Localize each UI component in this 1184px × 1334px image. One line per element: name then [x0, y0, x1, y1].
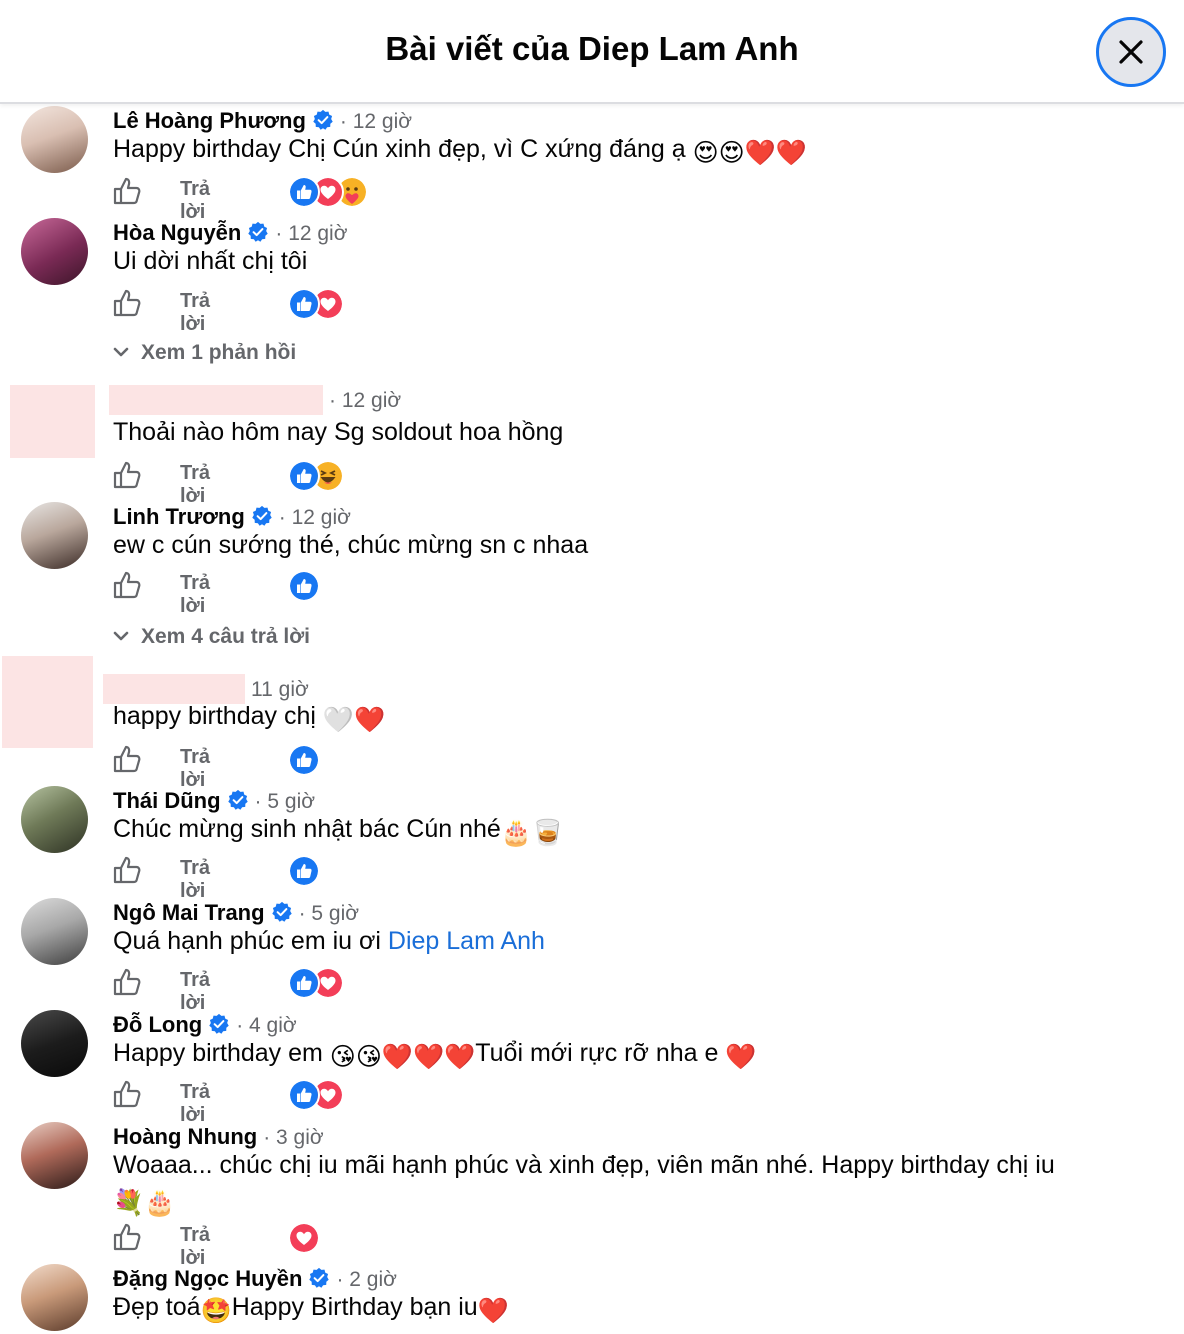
comment-time[interactable]: · 4 giờ: [236, 1014, 296, 1037]
avatar[interactable]: [21, 1122, 88, 1189]
like-reaction-icon: [288, 288, 320, 320]
verified-badge-icon: [251, 505, 273, 527]
verified-badge-icon: [208, 1013, 230, 1035]
emoji: 🎂🥃: [500, 819, 564, 847]
comment-time[interactable]: · 12 giờ: [329, 389, 401, 412]
close-icon: [1119, 40, 1143, 64]
comment-text: happy birthday chị 🤍❤️: [113, 699, 1173, 737]
view-replies-button[interactable]: Xem 4 câu trả lời: [113, 625, 310, 649]
emoji: 😍😍❤️❤️: [692, 139, 807, 167]
comment-text: Ui dời nhất chị tôi: [113, 247, 308, 275]
view-replies-button[interactable]: Xem 1 phản hồi: [113, 341, 296, 365]
commenter-name[interactable]: Lê Hoàng Phương: [113, 108, 306, 133]
commenter-name[interactable]: Linh Trương: [113, 504, 245, 529]
like-reaction-icon: [288, 744, 320, 776]
avatar[interactable]: [21, 218, 88, 285]
close-button[interactable]: [1096, 17, 1166, 87]
comment-text: Happy birthday em 😘😘❤️❤️❤️Tuổi mới rực r…: [113, 1036, 1173, 1074]
like-icon[interactable]: [112, 744, 142, 774]
reply-button[interactable]: Trả lời: [180, 969, 210, 1015]
like-icon[interactable]: [112, 176, 142, 206]
love-reaction-icon: [288, 1222, 320, 1254]
verified-badge-icon: [271, 901, 293, 923]
verified-badge-icon: [312, 109, 334, 131]
emoji: 🤍❤️: [322, 706, 386, 734]
like-icon[interactable]: [112, 1222, 142, 1252]
commenter-name[interactable]: Hoàng Nhung: [113, 1124, 257, 1149]
comment-time[interactable]: · 3 giờ: [263, 1126, 323, 1149]
like-reaction-icon: [288, 176, 320, 208]
commenter-name[interactable]: Đỗ Long: [113, 1012, 202, 1037]
comment-time[interactable]: · 12 giờ: [275, 222, 347, 245]
comment-time[interactable]: 11 giờ: [251, 678, 309, 701]
reply-button[interactable]: Trả lời: [180, 1081, 210, 1127]
verified-badge-icon: [227, 789, 249, 811]
emoji: 😘😘❤️❤️❤️: [329, 1043, 476, 1071]
comment-time[interactable]: · 2 giờ: [336, 1268, 396, 1291]
like-icon[interactable]: [112, 288, 142, 318]
comment-text: Chúc mừng sinh nhật bác Cún nhé🎂🥃: [113, 812, 1173, 850]
like-icon[interactable]: [112, 460, 142, 490]
reply-button[interactable]: Trả lời: [180, 857, 210, 903]
like-reaction-icon: [288, 967, 320, 999]
mention-link[interactable]: Diep Lam Anh: [388, 927, 545, 955]
avatar[interactable]: [21, 898, 88, 965]
verified-badge-icon: [308, 1267, 330, 1289]
avatar[interactable]: [10, 385, 95, 458]
comment-time[interactable]: · 5 giờ: [299, 902, 359, 925]
comment-text: Quá hạnh phúc em iu ơi Diep Lam Anh: [113, 927, 545, 955]
comment-text: Happy birthday Chị Cún xinh đẹp, vì C xứ…: [113, 132, 1173, 170]
reply-button[interactable]: Trả lời: [180, 572, 210, 618]
like-reaction-icon: [288, 570, 320, 602]
verified-badge-icon: [247, 221, 269, 243]
emoji: ❤️: [477, 1297, 509, 1325]
comment-time[interactable]: · 12 giờ: [279, 506, 351, 529]
avatar[interactable]: [21, 786, 88, 853]
emoji: 💐🎂: [113, 1189, 176, 1217]
commenter-name[interactable]: [109, 385, 323, 415]
like-icon[interactable]: [112, 967, 142, 997]
comment-text: Đẹp toá🤩Happy Birthday bạn iu❤️: [113, 1290, 1173, 1328]
avatar[interactable]: [21, 106, 88, 173]
like-reaction-icon: [288, 855, 320, 887]
dialog-header: Bài viết của Diep Lam Anh: [0, 0, 1184, 104]
comment-text: Woaaa... chúc chị iu mãi hạnh phúc và xi…: [113, 1148, 1173, 1220]
page-title: Bài viết của Diep Lam Anh: [385, 30, 799, 67]
comment-text: ew c cún sướng thé, chúc mừng sn c nhaa: [113, 531, 589, 559]
like-reaction-icon: [288, 460, 320, 492]
avatar[interactable]: [2, 656, 93, 748]
comment-text: Thoải nào hôm nay Sg soldout hoa hồng: [113, 418, 564, 446]
like-icon[interactable]: [112, 1079, 142, 1109]
like-icon[interactable]: [112, 570, 142, 600]
like-reaction-icon: [288, 1079, 320, 1111]
avatar[interactable]: [21, 1264, 88, 1331]
emoji: 🤩: [200, 1297, 232, 1325]
commenter-name[interactable]: Hòa Nguyễn: [113, 220, 241, 245]
chevron-down-icon: [113, 631, 129, 641]
chevron-down-icon: [113, 347, 129, 357]
comment-time[interactable]: · 12 giờ: [340, 110, 412, 133]
commenter-name[interactable]: Ngô Mai Trang: [113, 900, 265, 925]
emoji: ❤️: [725, 1043, 757, 1071]
commenter-name[interactable]: Đặng Ngọc Huyền: [113, 1266, 302, 1291]
commenter-name[interactable]: Thái Dũng: [113, 788, 221, 813]
comment-time[interactable]: · 5 giờ: [255, 790, 315, 813]
reply-button[interactable]: Trả lời: [180, 290, 210, 336]
like-icon[interactable]: [112, 855, 142, 885]
avatar[interactable]: [21, 502, 88, 569]
avatar[interactable]: [21, 1010, 88, 1077]
